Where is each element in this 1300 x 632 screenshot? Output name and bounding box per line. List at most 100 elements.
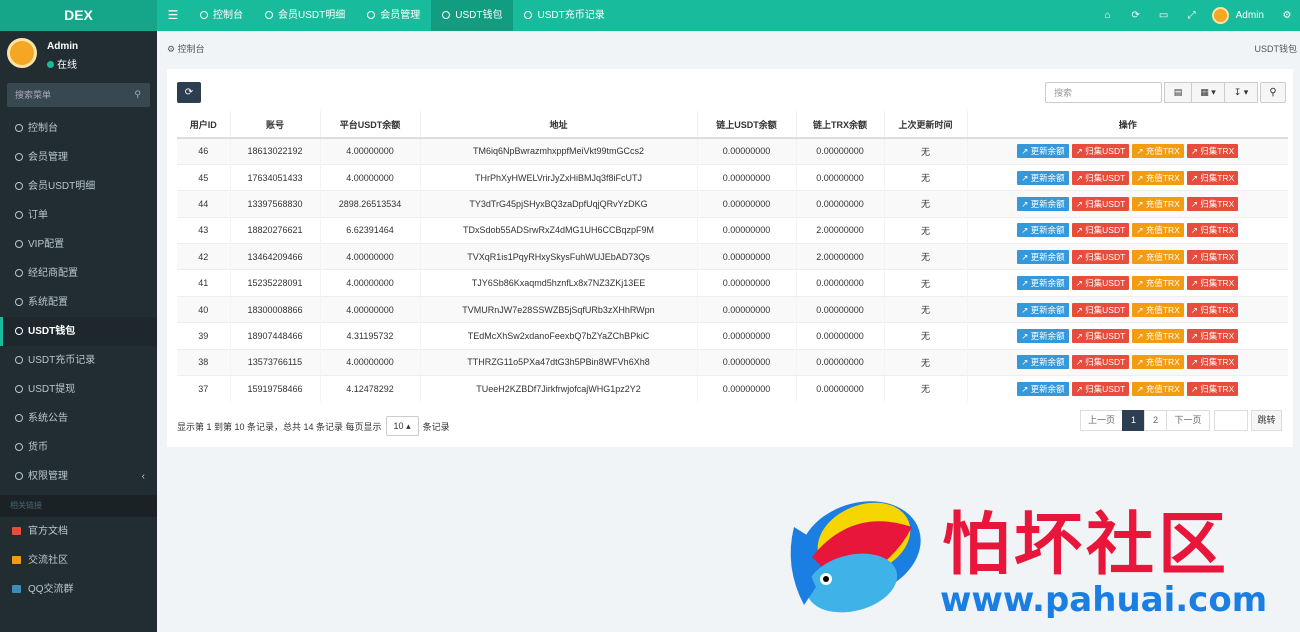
jump-page-input[interactable] <box>1214 410 1248 431</box>
sidebar-item-2[interactable]: 会员USDT明细 <box>0 172 157 201</box>
table-search-input[interactable] <box>1045 82 1162 103</box>
collect-usdt-button[interactable]: ↗ 归集USDT <box>1071 223 1130 238</box>
recharge-trx-button[interactable]: ↗ 充值TRX <box>1132 170 1184 185</box>
sidebar-item-1[interactable]: 会员管理 <box>0 143 157 172</box>
sidebar-link-2[interactable]: QQ交流群 <box>0 575 157 604</box>
collect-trx-button[interactable]: ↗ 归集TRX <box>1186 144 1239 159</box>
sidebar-item-8[interactable]: USDT充币记录 <box>0 346 157 375</box>
recharge-trx-button[interactable]: ↗ 充值TRX <box>1132 302 1184 317</box>
recharge-trx-button[interactable]: ↗ 充值TRX <box>1132 328 1184 343</box>
advanced-search-icon[interactable]: ⚲ <box>1260 82 1286 103</box>
action-label: 充值TRX <box>1145 304 1180 315</box>
column-header[interactable]: 账号 <box>229 111 320 139</box>
sidebar-item-9[interactable]: USDT提现 <box>0 375 157 404</box>
column-header[interactable]: 平台USDT余额 <box>319 111 420 139</box>
sidebar-item-3[interactable]: 订单 <box>0 201 157 230</box>
sidebar-item-10[interactable]: 系统公告 <box>0 404 157 433</box>
brand-logo[interactable]: DEX <box>0 0 157 31</box>
update-balance-button[interactable]: ↗ 更新余额 <box>1017 196 1069 211</box>
recharge-trx-button[interactable]: ↗ 充值TRX <box>1132 276 1184 291</box>
update-balance-button[interactable]: ↗ 更新余额 <box>1017 355 1069 370</box>
column-header[interactable]: 链上USDT余额 <box>696 111 796 139</box>
menu-search-input[interactable] <box>7 83 122 107</box>
trash-icon[interactable]: ▭ <box>1150 10 1178 21</box>
collect-trx-button[interactable]: ↗ 归集TRX <box>1186 249 1239 264</box>
settings-icon[interactable]: ⚙ <box>1274 10 1300 21</box>
sidebar-item-12[interactable]: 权限管理 ‹ <box>0 462 157 491</box>
update-balance-button[interactable]: ↗ 更新余额 <box>1017 144 1069 159</box>
update-balance-button[interactable]: ↗ 更新余额 <box>1017 276 1069 291</box>
update-balance-button[interactable]: ↗ 更新余额 <box>1017 249 1069 264</box>
sidebar-item-4[interactable]: VIP配置 <box>0 230 157 259</box>
collect-usdt-button[interactable]: ↗ 归集USDT <box>1071 249 1130 264</box>
tab-4[interactable]: USDT充币记录 <box>513 0 615 31</box>
toggle-view-icon[interactable]: ▤ <box>1164 82 1192 103</box>
refresh-icon[interactable]: ⟳ <box>1122 10 1150 21</box>
collect-trx-button[interactable]: ↗ 归集TRX <box>1186 328 1239 343</box>
page-size-select[interactable]: 10 ▴ <box>385 416 419 436</box>
tab-1[interactable]: 会员USDT明细 <box>254 0 356 31</box>
collect-usdt-button[interactable]: ↗ 归集USDT <box>1071 381 1130 396</box>
page-number-button[interactable]: 2 <box>1144 410 1167 431</box>
collect-trx-button[interactable]: ↗ 归集TRX <box>1186 381 1239 396</box>
columns-dropdown-icon[interactable]: ▦ ▾ <box>1191 82 1225 103</box>
prev-page-button[interactable]: 上一页 <box>1080 410 1123 431</box>
sidebar-item-6[interactable]: 系统配置 <box>0 288 157 317</box>
collect-usdt-button[interactable]: ↗ 归集USDT <box>1071 302 1130 317</box>
table-cell: 0.00000000 <box>696 216 796 244</box>
jump-button[interactable]: 跳转 <box>1251 410 1282 431</box>
sidebar-link-0[interactable]: 官方文档 <box>0 517 157 546</box>
update-balance-button[interactable]: ↗ 更新余额 <box>1017 302 1069 317</box>
collect-trx-button[interactable]: ↗ 归集TRX <box>1186 302 1239 317</box>
recharge-trx-button[interactable]: ↗ 充值TRX <box>1132 144 1184 159</box>
refresh-button[interactable]: ⟳ <box>177 82 201 103</box>
update-balance-button[interactable]: ↗ 更新余额 <box>1017 170 1069 185</box>
recharge-trx-button[interactable]: ↗ 充值TRX <box>1132 381 1184 396</box>
column-header[interactable]: 操作 <box>966 111 1288 139</box>
collect-trx-button[interactable]: ↗ 归集TRX <box>1186 276 1239 291</box>
update-balance-button[interactable]: ↗ 更新余额 <box>1017 381 1069 396</box>
tab-3[interactable]: USDT钱包 <box>431 0 514 31</box>
action-label: 归集TRX <box>1200 304 1235 315</box>
sidebar-item-7[interactable]: USDT钱包 <box>0 317 157 346</box>
user-menu[interactable]: Admin <box>1206 7 1274 24</box>
table-cell: 13573766115 <box>229 348 320 376</box>
tab-0[interactable]: 控制台 <box>189 0 254 31</box>
collect-usdt-button[interactable]: ↗ 归集USDT <box>1071 276 1130 291</box>
recharge-trx-button[interactable]: ↗ 充值TRX <box>1132 355 1184 370</box>
update-balance-button[interactable]: ↗ 更新余额 <box>1017 223 1069 238</box>
collect-usdt-button[interactable]: ↗ 归集USDT <box>1071 144 1130 159</box>
recharge-trx-button[interactable]: ↗ 充值TRX <box>1132 223 1184 238</box>
search-icon[interactable]: ⚲ <box>134 89 141 100</box>
column-header[interactable]: 链上TRX余额 <box>795 111 884 139</box>
next-page-button[interactable]: 下一页 <box>1166 410 1210 431</box>
update-balance-button[interactable]: ↗ 更新余额 <box>1017 328 1069 343</box>
collect-usdt-button[interactable]: ↗ 归集USDT <box>1071 196 1130 211</box>
table-cell: 无 <box>883 295 967 323</box>
tab-2[interactable]: 会员管理 <box>356 0 431 31</box>
recharge-trx-button[interactable]: ↗ 充值TRX <box>1132 196 1184 211</box>
collect-trx-button[interactable]: ↗ 归集TRX <box>1186 355 1239 370</box>
column-header[interactable]: 上次更新时间 <box>883 111 967 139</box>
export-dropdown-icon[interactable]: ↧ ▾ <box>1224 82 1258 103</box>
recharge-trx-button[interactable]: ↗ 充值TRX <box>1132 249 1184 264</box>
table-cell: 无 <box>883 375 967 402</box>
column-header[interactable]: 用户ID <box>177 111 230 139</box>
collect-usdt-button[interactable]: ↗ 归集USDT <box>1071 328 1130 343</box>
breadcrumb[interactable]: ⚙ 控制台 <box>167 42 205 55</box>
collect-trx-button[interactable]: ↗ 归集TRX <box>1186 196 1239 211</box>
page-number-button[interactable]: 1 <box>1122 410 1145 431</box>
collect-trx-button[interactable]: ↗ 归集TRX <box>1186 170 1239 185</box>
column-header[interactable]: 地址 <box>419 111 697 139</box>
fullscreen-icon[interactable]: ⤢ <box>1178 10 1206 21</box>
sidebar-item-0[interactable]: 控制台 <box>0 114 157 143</box>
collect-usdt-button[interactable]: ↗ 归集USDT <box>1071 170 1130 185</box>
sidebar-link-1[interactable]: 交流社区 <box>0 546 157 575</box>
sidebar-item-5[interactable]: 经纪商配置 <box>0 259 157 288</box>
menu-toggle-icon[interactable]: ☰ <box>157 0 189 31</box>
home-icon[interactable]: ⌂ <box>1094 10 1122 21</box>
collect-trx-button[interactable]: ↗ 归集TRX <box>1186 223 1239 238</box>
sidebar-item-11[interactable]: 货币 <box>0 433 157 462</box>
action-label: 归集TRX <box>1200 225 1235 236</box>
collect-usdt-button[interactable]: ↗ 归集USDT <box>1071 355 1130 370</box>
